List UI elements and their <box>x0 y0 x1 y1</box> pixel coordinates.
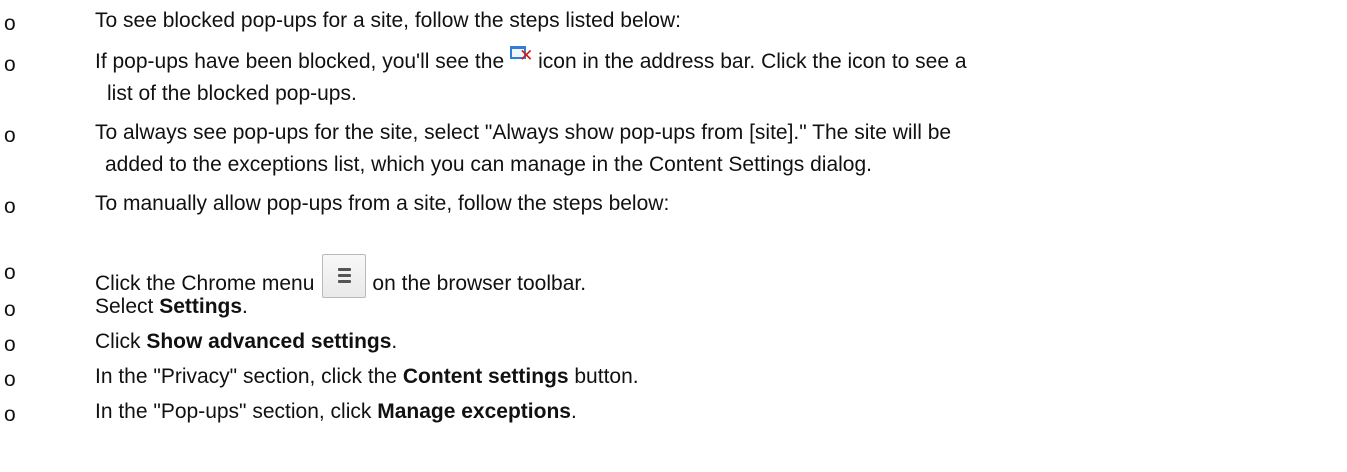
bullet: o <box>4 195 16 218</box>
bullet: o <box>4 333 16 356</box>
item-text-bold: Show advanced settings <box>146 330 392 353</box>
bullet: o <box>4 261 16 284</box>
bullet: o <box>4 298 16 321</box>
item-text: To see blocked pop-ups for a site, follo… <box>95 5 1335 37</box>
popup-blocked-icon: ✕ <box>510 46 533 65</box>
item-text-prefix: In the "Pop-ups" section, click <box>95 400 378 423</box>
item-text-before-icon: If pop-ups have been blocked, you'll see… <box>95 50 505 73</box>
item-text-content: To always see pop-ups for the site, sele… <box>95 121 952 144</box>
item-text-prefix: In the "Privacy" section, click the <box>95 365 403 388</box>
bullet: o <box>4 53 16 76</box>
bullet: o <box>4 12 16 35</box>
item-text-content: To manually allow pop-ups from a site, f… <box>95 192 670 215</box>
item-text: Select Settings. <box>95 291 1335 323</box>
item-text-suffix: . <box>242 295 248 318</box>
item-text-bold: Content settings <box>402 365 569 388</box>
item-text: Click Show advanced settings. <box>95 326 1335 358</box>
item-text-continuation: list of the blocked pop-ups. <box>107 82 357 105</box>
item-text-suffix: . <box>391 330 398 353</box>
bullet: o <box>4 124 16 147</box>
item-text: In the "Privacy" section, click the Cont… <box>95 361 1335 393</box>
item-text-suffix: button. <box>568 365 639 388</box>
item-text-after-icon: icon in the address bar. Click the icon … <box>538 50 967 73</box>
item-text-prefix: Click <box>95 330 147 353</box>
item-text: In the "Pop-ups" section, click Manage e… <box>95 396 1335 428</box>
bullet: o <box>4 403 16 426</box>
item-text: If pop-ups have been blocked, you'll see… <box>95 46 1335 110</box>
bullet: o <box>4 368 16 391</box>
item-text-bold: Settings <box>159 295 243 318</box>
item-text: To always see pop-ups for the site, sele… <box>95 117 1335 181</box>
item-text-continuation: added to the exceptions list, which you … <box>105 153 872 176</box>
item-text-prefix: Select <box>95 295 160 318</box>
item-text-bold: Manage exceptions <box>377 400 571 423</box>
item-text-suffix: . <box>570 400 577 423</box>
item-text: To manually allow pop-ups from a site, f… <box>95 188 1335 220</box>
item-text-content: To see blocked pop-ups for a site, follo… <box>95 9 681 32</box>
